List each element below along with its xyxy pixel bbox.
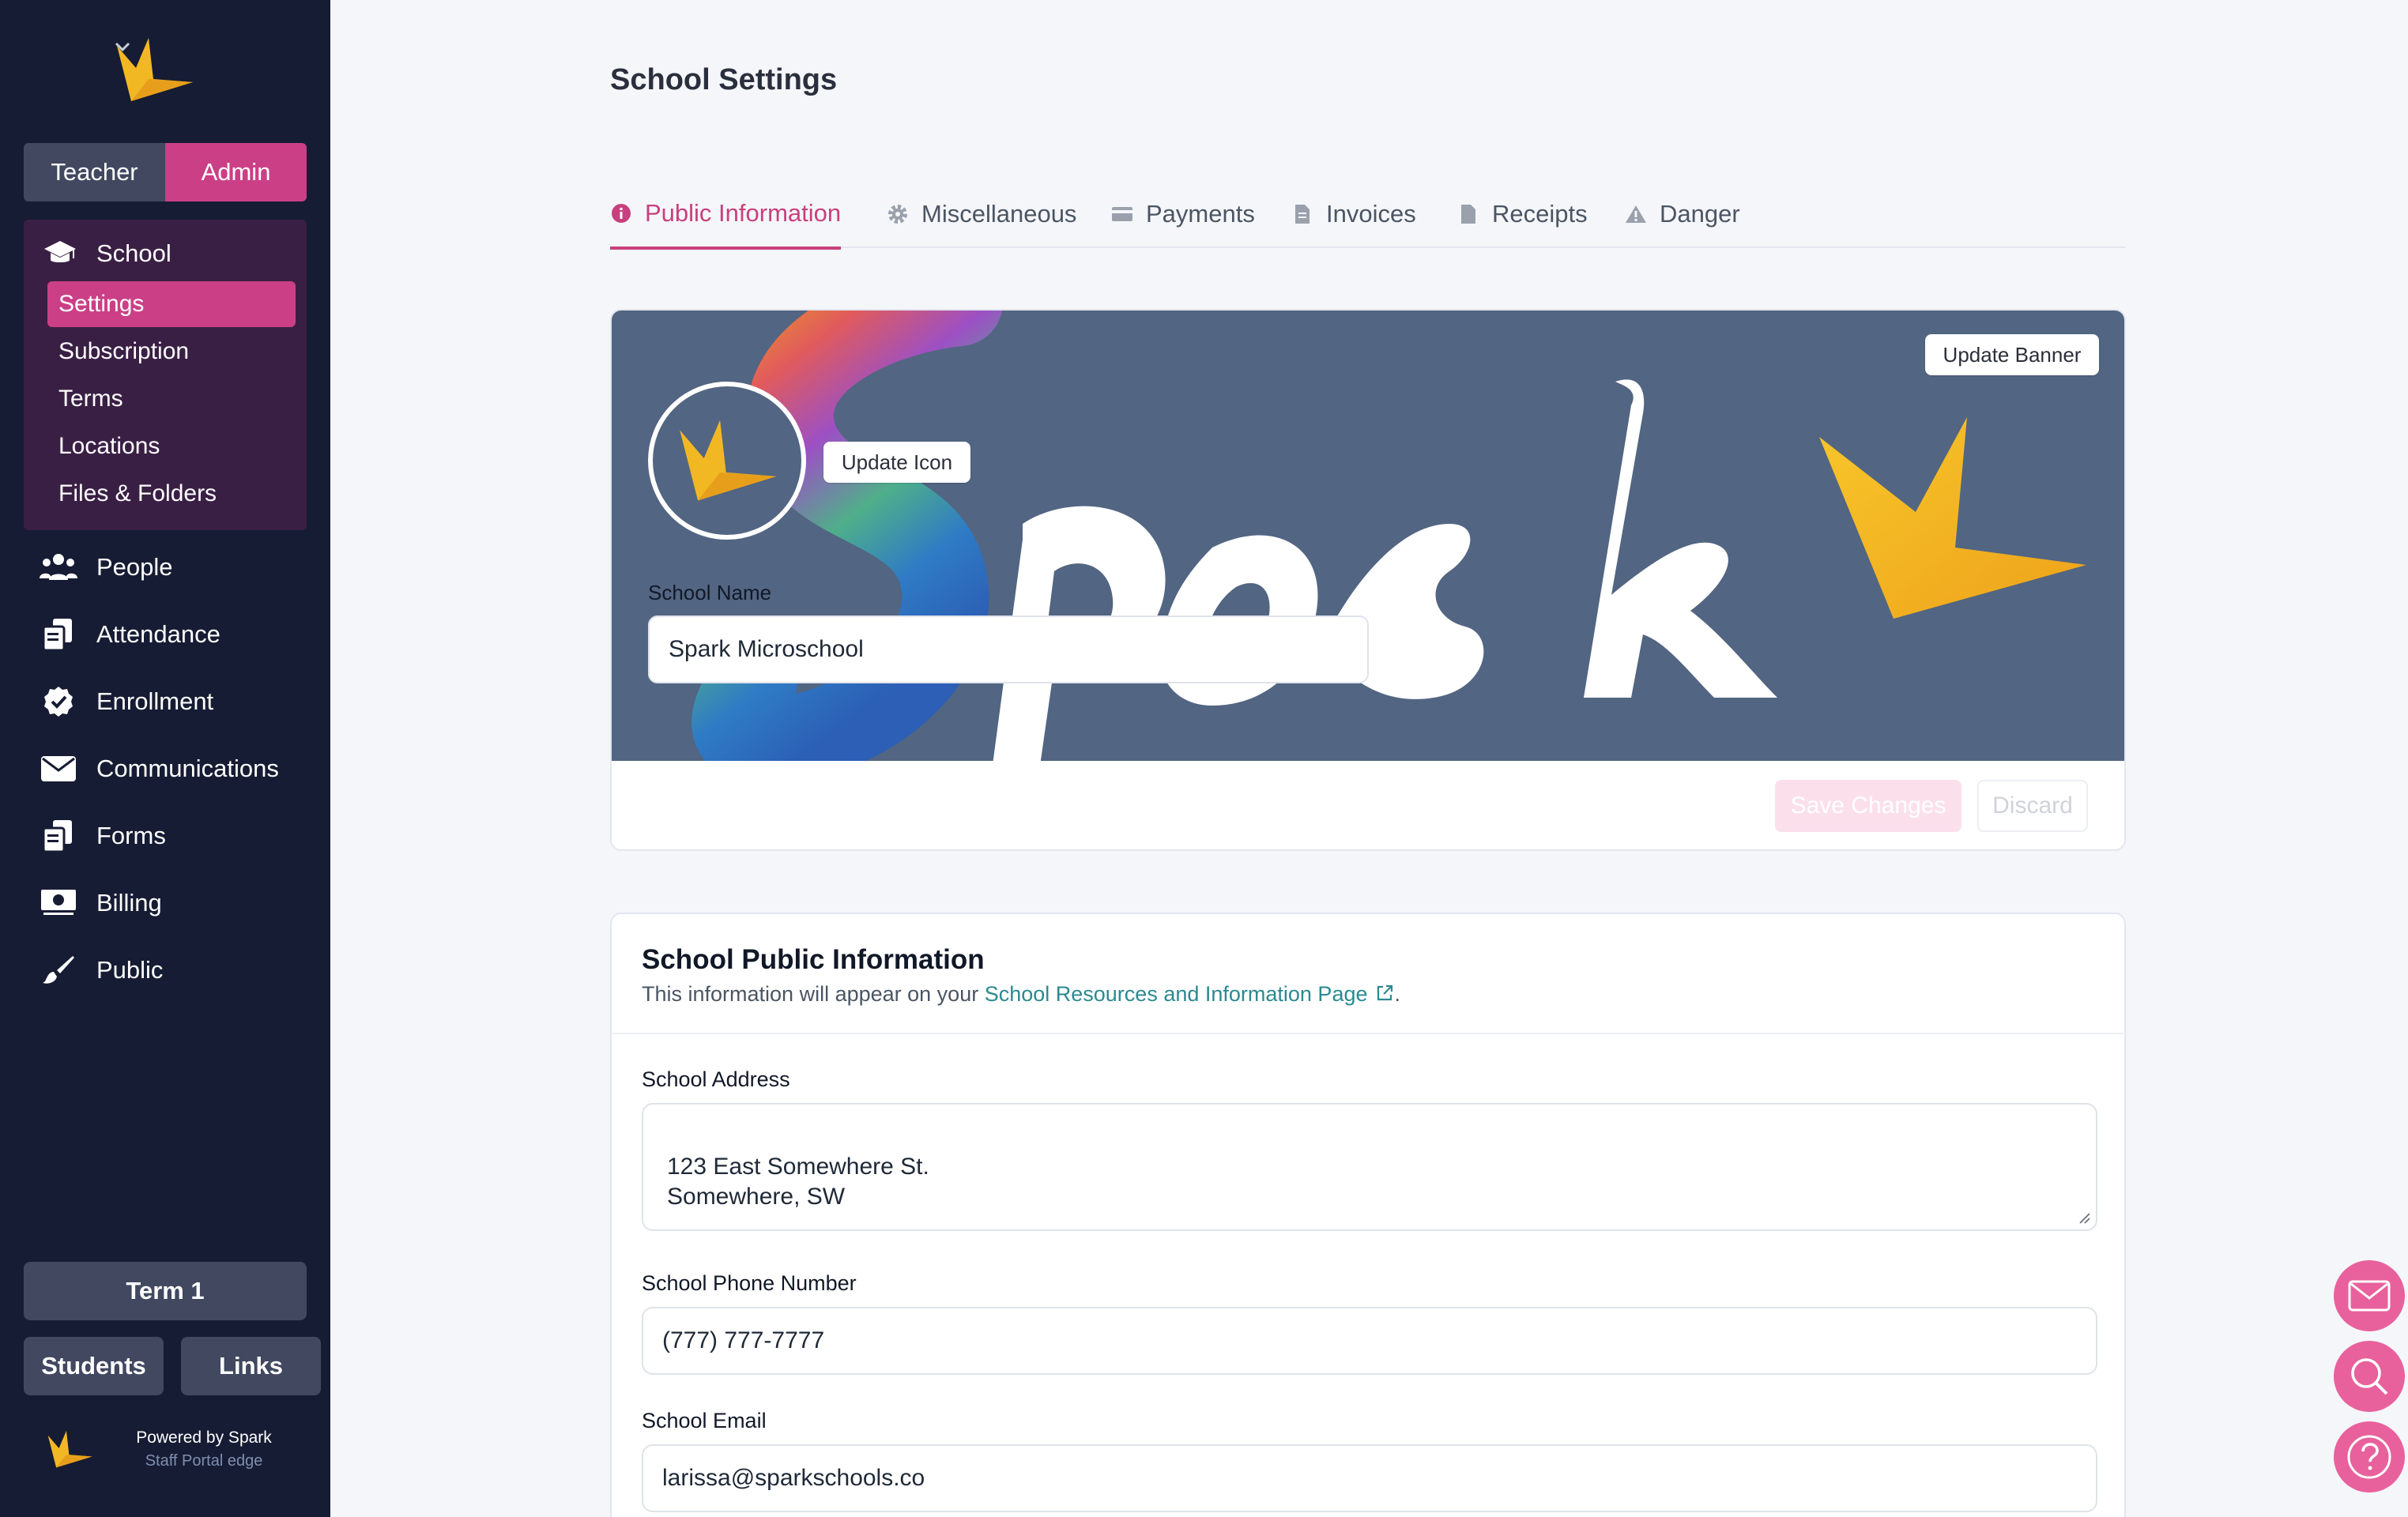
invoice-icon <box>1291 203 1313 225</box>
address-textarea[interactable]: 123 East Somewhere St. Somewhere, SW <box>642 1103 2097 1231</box>
school-banner: Update Banner Update Icon School Name Sp… <box>612 311 2124 761</box>
tab-danger[interactable]: Danger <box>1625 180 1740 248</box>
tab-label: Miscellaneous <box>921 200 1077 228</box>
help-fab-button[interactable] <box>2334 1421 2405 1493</box>
tab-invoices[interactable]: Invoices <box>1291 180 1416 248</box>
admin-role-button[interactable]: Admin <box>165 143 307 201</box>
enrollment-icon <box>40 683 77 721</box>
term-selector-button[interactable]: Term 1 <box>24 1262 307 1320</box>
tab-label: Public Information <box>645 199 842 227</box>
powered-by-text: Powered by Spark <box>136 1429 272 1447</box>
sidebar-item-label: School <box>96 239 171 267</box>
sidebar-item-forms[interactable]: Forms <box>40 814 166 858</box>
sidebar-item-public[interactable]: Public <box>40 948 163 992</box>
tab-label: Payments <box>1146 200 1255 228</box>
attendance-icon <box>40 615 77 653</box>
external-link-icon <box>1377 984 1392 1001</box>
school-resources-link[interactable]: School Resources and Information Page <box>985 982 1395 1006</box>
email-input[interactable]: larissa@sparkschools.co <box>642 1444 2097 1512</box>
resize-handle-icon[interactable] <box>2077 1210 2091 1225</box>
public-info-header: School Public Information This informati… <box>612 914 2127 1034</box>
search-icon <box>2351 1358 2388 1395</box>
link-label: School Resources and Information Page <box>984 982 1368 1006</box>
section-description: This information will appear on your Sch… <box>642 982 1400 1007</box>
school-icon-avatar <box>648 382 806 540</box>
school-nav-group: School Settings Subscription Terms Locat… <box>24 220 307 530</box>
sidebar-item-subscription[interactable]: Subscription <box>47 329 296 375</box>
update-banner-button[interactable]: Update Banner <box>1925 334 2099 375</box>
info-icon <box>610 202 632 224</box>
brush-icon <box>40 951 77 989</box>
tab-payments[interactable]: Payments <box>1111 180 1255 248</box>
tab-label: Invoices <box>1326 200 1416 228</box>
discard-button[interactable]: Discard <box>1977 780 2088 832</box>
description-suffix: . <box>1394 982 1401 1006</box>
message-fab-button[interactable] <box>2334 1260 2405 1331</box>
description-text: This information will appear on your <box>642 982 985 1006</box>
sidebar-item-enrollment[interactable]: Enrollment <box>40 679 213 724</box>
sidebar-item-files-folders[interactable]: Files & Folders <box>47 471 296 517</box>
receipt-icon <box>1457 203 1479 225</box>
chevron-down-icon[interactable] <box>111 35 134 58</box>
sidebar-item-locations[interactable]: Locations <box>47 423 296 469</box>
address-value: 123 East Somewhere St. Somewhere, SW <box>667 1154 929 1210</box>
sidebar-item-terms[interactable]: Terms <box>47 376 296 422</box>
sidebar-item-label: Billing <box>96 889 162 917</box>
tab-public-information[interactable]: Public Information <box>610 180 842 250</box>
gear-icon <box>887 203 909 225</box>
powered-by-footer: Powered by Spark Staff Portal edge <box>44 1427 305 1474</box>
sidebar-item-people[interactable]: People <box>40 545 173 589</box>
graduation-cap-icon <box>44 241 76 262</box>
help-icon <box>2347 1435 2391 1479</box>
sidebar-item-billing[interactable]: Billing <box>40 881 162 925</box>
people-icon <box>40 548 77 586</box>
mail-icon <box>2348 1280 2391 1312</box>
sidebar-item-label: Attendance <box>96 620 220 648</box>
school-name-input[interactable]: Spark Microschool <box>648 615 1369 683</box>
warning-icon <box>1625 203 1647 225</box>
spark-crown-icon <box>47 1430 92 1468</box>
spark-banner-artwork <box>691 311 2086 761</box>
tab-receipts[interactable]: Receipts <box>1457 180 1588 248</box>
sidebar-item-label: Forms <box>96 822 166 849</box>
spark-crown-icon <box>680 420 777 501</box>
phone-label: School Phone Number <box>642 1271 857 1295</box>
envelope-icon <box>40 750 77 788</box>
phone-input[interactable]: (777) 777-7777 <box>642 1307 2097 1375</box>
public-info-card: School Public Information This informati… <box>610 913 2127 1517</box>
email-label: School Email <box>642 1409 767 1432</box>
billing-icon <box>40 884 77 922</box>
save-changes-button[interactable]: Save Changes <box>1775 780 1961 832</box>
settings-tabs: Public Information Miscellaneous Payment… <box>610 180 2126 250</box>
sidebar-item-attendance[interactable]: Attendance <box>40 612 220 657</box>
portal-version-text: Staff Portal edge <box>145 1452 263 1470</box>
sidebar-item-school[interactable]: School <box>43 234 171 273</box>
spark-logo[interactable] <box>111 35 237 106</box>
tab-label: Receipts <box>1492 200 1588 228</box>
credit-card-icon <box>1111 203 1133 225</box>
students-button[interactable]: Students <box>24 1337 164 1395</box>
school-name-label: School Name <box>648 581 772 604</box>
forms-icon <box>40 817 77 855</box>
teacher-role-button[interactable]: Teacher <box>24 143 165 201</box>
section-title: School Public Information <box>642 944 985 975</box>
banner-card: Update Banner Update Icon School Name Sp… <box>610 309 2126 851</box>
update-icon-button[interactable]: Update Icon <box>823 442 970 483</box>
sidebar-item-settings[interactable]: Settings <box>47 281 296 327</box>
sidebar-item-label: Public <box>96 956 164 984</box>
role-toggle: Teacher Admin <box>24 143 307 201</box>
sidebar-item-label: People <box>96 553 173 581</box>
links-button[interactable]: Links <box>181 1337 321 1395</box>
tab-label: Danger <box>1660 200 1740 228</box>
sidebar: Teacher Admin School Settings Subscripti… <box>0 0 330 1517</box>
address-label: School Address <box>642 1067 790 1091</box>
tab-miscellaneous[interactable]: Miscellaneous <box>887 180 1076 248</box>
sidebar-item-label: Enrollment <box>96 687 214 715</box>
sidebar-item-label: Communications <box>96 755 279 782</box>
sidebar-item-communications[interactable]: Communications <box>40 747 279 791</box>
page-title: School Settings <box>610 63 838 96</box>
search-fab-button[interactable] <box>2334 1341 2405 1412</box>
